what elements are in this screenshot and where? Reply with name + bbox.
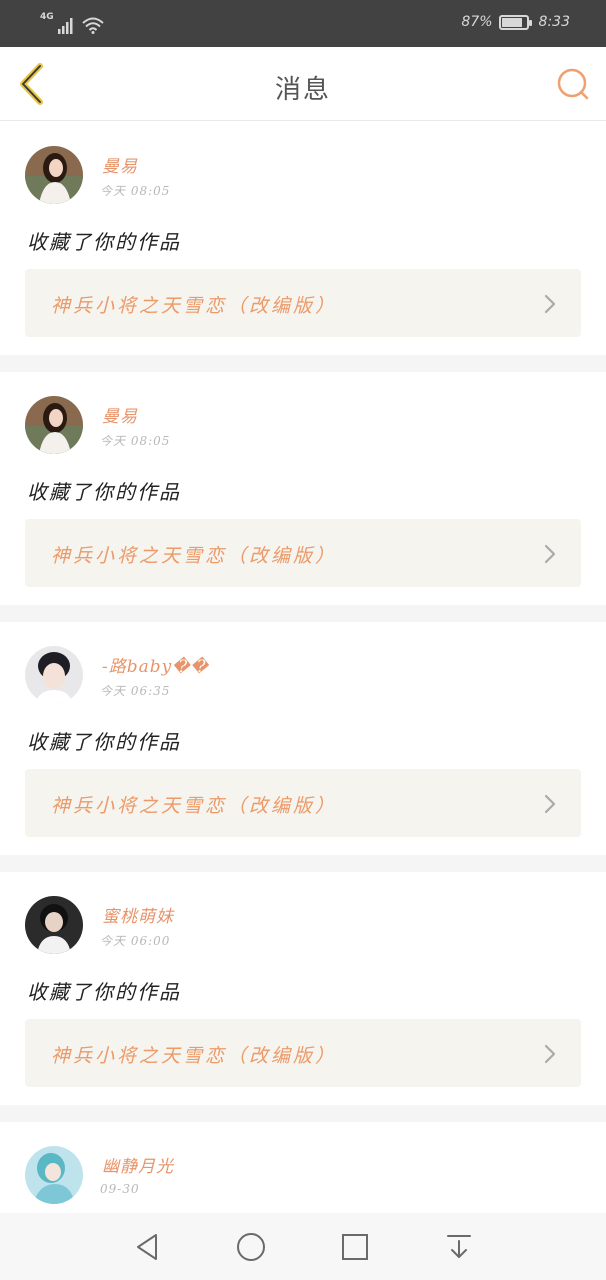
- nav-recents-button[interactable]: [335, 1227, 375, 1267]
- divider: [0, 605, 606, 622]
- nav-notifications-button[interactable]: [439, 1227, 479, 1267]
- action-text: 收藏了你的作品: [27, 980, 181, 1004]
- message-card: 幽静月光 09-30: [0, 1122, 606, 1212]
- network-type: 4G: [40, 12, 54, 22]
- triangle-back-icon: [137, 1233, 157, 1260]
- message-card: 曼易 今天 08:05 收藏了你的作品 神兵小将之天雪恋（改编版）: [0, 372, 606, 605]
- avatar[interactable]: [25, 1146, 83, 1204]
- message-list: 曼易 今天 08:05 收藏了你的作品 神兵小将之天雪恋（改编版） 曼易 今天 …: [0, 122, 606, 1212]
- work-link[interactable]: 神兵小将之天雪恋（改编版）: [25, 1019, 581, 1087]
- clock: 8:33: [538, 14, 570, 30]
- work-title: 神兵小将之天雪恋（改编版）: [51, 795, 338, 817]
- user-name[interactable]: 曼易: [102, 402, 138, 427]
- divider: [0, 1105, 606, 1122]
- action-text: 收藏了你的作品: [27, 230, 181, 254]
- work-link[interactable]: 神兵小将之天雪恋（改编版）: [25, 519, 581, 587]
- wifi-icon: [81, 17, 104, 34]
- device-status: 87% 8:33: [461, 14, 570, 30]
- circle-home-icon: [237, 1232, 265, 1261]
- timestamp: 今天 06:00: [100, 934, 171, 948]
- avatar[interactable]: [25, 896, 83, 954]
- timestamp: 今天 06:35: [100, 684, 171, 698]
- action-text: 收藏了你的作品: [27, 730, 181, 754]
- work-link[interactable]: 神兵小将之天雪恋（改编版）: [25, 769, 581, 837]
- work-title: 神兵小将之天雪恋（改编版）: [51, 545, 338, 567]
- chevron-right-icon: [544, 544, 556, 564]
- system-nav-bar: [0, 1213, 606, 1280]
- battery-icon: [498, 14, 532, 30]
- user-name[interactable]: 蜜桃萌妹: [102, 902, 174, 927]
- app-header: 消息: [0, 47, 606, 121]
- avatar[interactable]: [25, 646, 83, 704]
- nav-back-button[interactable]: [127, 1227, 167, 1267]
- square-recents-icon: [342, 1233, 368, 1260]
- user-name[interactable]: 幽静月光: [102, 1152, 174, 1177]
- message-card: -路baby�� 今天 06:35 收藏了你的作品 神兵小将之天雪恋（改编版）: [0, 622, 606, 855]
- avatar[interactable]: [25, 396, 83, 454]
- chevron-right-icon: [544, 1044, 556, 1064]
- network-status: 4G: [40, 13, 104, 34]
- battery-level: [501, 17, 523, 27]
- search-button[interactable]: [554, 65, 592, 103]
- search-icon: [557, 68, 589, 100]
- avatar[interactable]: [25, 146, 83, 204]
- nav-home-button[interactable]: [231, 1227, 271, 1267]
- timestamp: 今天 08:05: [100, 434, 171, 448]
- timestamp: 09-30: [100, 1182, 140, 1196]
- signal-icon: [57, 18, 73, 34]
- pull-down-icon: [447, 1234, 471, 1258]
- work-title: 神兵小将之天雪恋（改编版）: [51, 1045, 338, 1067]
- user-name[interactable]: -路baby��: [102, 652, 209, 677]
- divider: [0, 855, 606, 872]
- action-text: 收藏了你的作品: [27, 480, 181, 504]
- timestamp: 今天 08:05: [100, 184, 171, 198]
- user-name[interactable]: 曼易: [102, 152, 138, 177]
- work-title: 神兵小将之天雪恋（改编版）: [51, 295, 338, 317]
- battery-percent: 87%: [461, 14, 493, 30]
- message-card: 蜜桃萌妹 今天 06:00 收藏了你的作品 神兵小将之天雪恋（改编版）: [0, 872, 606, 1105]
- message-card: 曼易 今天 08:05 收藏了你的作品 神兵小将之天雪恋（改编版）: [0, 122, 606, 355]
- page-title: 消息: [274, 75, 331, 105]
- status-bar: 4G 87% 8:33: [0, 0, 606, 47]
- chevron-right-icon: [544, 794, 556, 814]
- divider: [0, 355, 606, 372]
- work-link[interactable]: 神兵小将之天雪恋（改编版）: [25, 269, 581, 337]
- chevron-right-icon: [544, 294, 556, 314]
